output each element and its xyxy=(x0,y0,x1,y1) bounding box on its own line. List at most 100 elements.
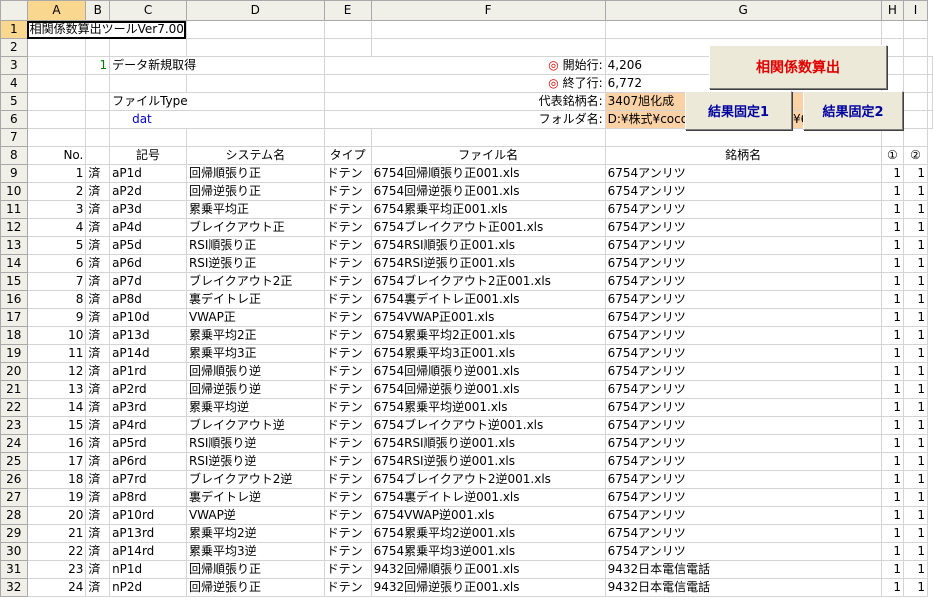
row-system[interactable]: ブレイクアウト逆 xyxy=(185,416,325,435)
row-file[interactable]: 6754累乗平均2逆001.xls xyxy=(370,524,606,543)
cell[interactable] xyxy=(903,38,928,57)
row-file[interactable]: 6754ブレイクアウト2逆001.xls xyxy=(370,470,606,489)
row-status[interactable]: 済 xyxy=(85,200,111,219)
row-system[interactable]: ブレイクアウト2正 xyxy=(185,272,325,291)
row-header[interactable]: 15 xyxy=(0,272,28,291)
row-system[interactable]: VWAP正 xyxy=(185,308,325,327)
row-file[interactable]: 6754累乗平均3正001.xls xyxy=(370,344,606,363)
row-file[interactable]: 6754VWAP正001.xls xyxy=(370,308,606,327)
row-type[interactable]: ドテン xyxy=(323,362,372,381)
row-code[interactable]: aP3rd xyxy=(109,398,187,417)
row-system[interactable]: 累乗平均正 xyxy=(185,200,325,219)
row-system[interactable]: 累乗平均2逆 xyxy=(185,524,325,543)
row-status[interactable]: 済 xyxy=(85,506,111,525)
cell[interactable] xyxy=(604,20,882,39)
column-header-d[interactable]: D xyxy=(185,0,325,21)
column-header-c[interactable]: C xyxy=(109,0,187,21)
row-type[interactable]: ドテン xyxy=(323,560,372,579)
column-header-a[interactable]: A xyxy=(26,0,87,21)
row-file[interactable]: 9432回帰順張り正001.xls xyxy=(370,560,606,579)
row-code[interactable]: aP1rd xyxy=(109,362,187,381)
row-status[interactable]: 済 xyxy=(85,254,111,273)
row-file[interactable]: 6754裏デイトレ逆001.xls xyxy=(370,488,606,507)
row-c1[interactable]: 1 xyxy=(880,380,905,399)
row-stock[interactable]: 6754アンリツ xyxy=(604,164,882,183)
row-type[interactable]: ドテン xyxy=(323,470,372,489)
row-c2[interactable]: 1 xyxy=(903,578,928,597)
row-status[interactable]: 済 xyxy=(85,380,111,399)
cell[interactable] xyxy=(880,128,905,147)
cell[interactable] xyxy=(323,38,372,57)
cell[interactable] xyxy=(26,110,87,129)
row-file[interactable]: 6754RSI逆張り正001.xls xyxy=(370,254,606,273)
row-header[interactable]: 32 xyxy=(0,578,28,597)
cell[interactable] xyxy=(927,74,933,93)
row-header[interactable]: 21 xyxy=(0,380,28,399)
row-code[interactable]: aP7d xyxy=(109,272,187,291)
row-c2[interactable]: 1 xyxy=(903,272,928,291)
row-file[interactable]: 6754累乗平均正001.xls xyxy=(370,200,606,219)
row-c2[interactable]: 1 xyxy=(903,380,928,399)
row-stock[interactable]: 6754アンリツ xyxy=(604,308,882,327)
row-type[interactable]: ドテン xyxy=(323,416,372,435)
row-stock[interactable]: 6754アンリツ xyxy=(604,254,882,273)
row-c1[interactable]: 1 xyxy=(880,290,905,309)
row-stock[interactable]: 6754アンリツ xyxy=(604,272,882,291)
row-header[interactable]: 13 xyxy=(0,236,28,255)
row-c1[interactable]: 1 xyxy=(880,218,905,237)
cell[interactable] xyxy=(903,110,928,129)
row-system[interactable]: RSI逆張り逆 xyxy=(185,452,325,471)
row-code[interactable]: aP4rd xyxy=(109,416,187,435)
cell[interactable] xyxy=(370,38,606,57)
row-stock[interactable]: 6754アンリツ xyxy=(604,452,882,471)
cell[interactable] xyxy=(323,20,372,39)
row-code[interactable]: nP2d xyxy=(109,578,187,597)
row-c1[interactable]: 1 xyxy=(880,236,905,255)
row-code[interactable]: aP13rd xyxy=(109,524,187,543)
row-type[interactable]: ドテン xyxy=(323,308,372,327)
calc-correlation-button[interactable]: 相関係数算出 xyxy=(709,45,887,89)
row-stock[interactable]: 6754アンリツ xyxy=(604,488,882,507)
fix-result-1-button[interactable]: 結果固定1 xyxy=(685,91,792,130)
row-c1[interactable]: 1 xyxy=(880,542,905,561)
row-c1[interactable]: 1 xyxy=(880,272,905,291)
row-file[interactable]: 6754VWAP逆001.xls xyxy=(370,506,606,525)
row-c1[interactable]: 1 xyxy=(880,344,905,363)
cell[interactable] xyxy=(109,128,187,147)
row-file[interactable]: 6754回帰逆張り正001.xls xyxy=(370,182,606,201)
row-no[interactable]: 20 xyxy=(26,506,87,525)
column-header-g[interactable]: G xyxy=(604,0,882,21)
row-header[interactable]: 19 xyxy=(0,344,28,363)
row-header[interactable]: 17 xyxy=(0,308,28,327)
row-type[interactable]: ドテン xyxy=(323,506,372,525)
row-c2[interactable]: 1 xyxy=(903,398,928,417)
row-no[interactable]: 18 xyxy=(26,470,87,489)
row-header[interactable]: 10 xyxy=(0,182,28,201)
row-no[interactable]: 23 xyxy=(26,560,87,579)
row-status[interactable]: 済 xyxy=(85,524,111,543)
row-system[interactable]: ブレイクアウト2逆 xyxy=(185,470,325,489)
row-header[interactable]: 1 xyxy=(0,20,28,39)
row-stock[interactable]: 6754アンリツ xyxy=(604,326,882,345)
row-stock[interactable]: 6754アンリツ xyxy=(604,182,882,201)
row-code[interactable]: aP14rd xyxy=(109,542,187,561)
row-type[interactable]: ドテン xyxy=(323,434,372,453)
row-status[interactable]: 済 xyxy=(85,182,111,201)
row-system[interactable]: 回帰順張り逆 xyxy=(185,362,325,381)
row-c2[interactable]: 1 xyxy=(903,506,928,525)
row-header[interactable]: 14 xyxy=(0,254,28,273)
row-no[interactable]: 16 xyxy=(26,434,87,453)
column-header-i[interactable]: I xyxy=(903,0,928,21)
row-code[interactable]: aP13d xyxy=(109,326,187,345)
row-no[interactable]: 1 xyxy=(26,164,87,183)
row-stock[interactable]: 6754アンリツ xyxy=(604,398,882,417)
row-system[interactable]: 裏デイトレ正 xyxy=(185,290,325,309)
row-no[interactable]: 8 xyxy=(26,290,87,309)
row-c2[interactable]: 1 xyxy=(903,344,928,363)
row-type[interactable]: ドテン xyxy=(323,254,372,273)
row-header[interactable]: 28 xyxy=(0,506,28,525)
row-c2[interactable]: 1 xyxy=(903,434,928,453)
row-c2[interactable]: 1 xyxy=(903,200,928,219)
row-header[interactable]: 31 xyxy=(0,560,28,579)
cell[interactable] xyxy=(26,56,87,75)
